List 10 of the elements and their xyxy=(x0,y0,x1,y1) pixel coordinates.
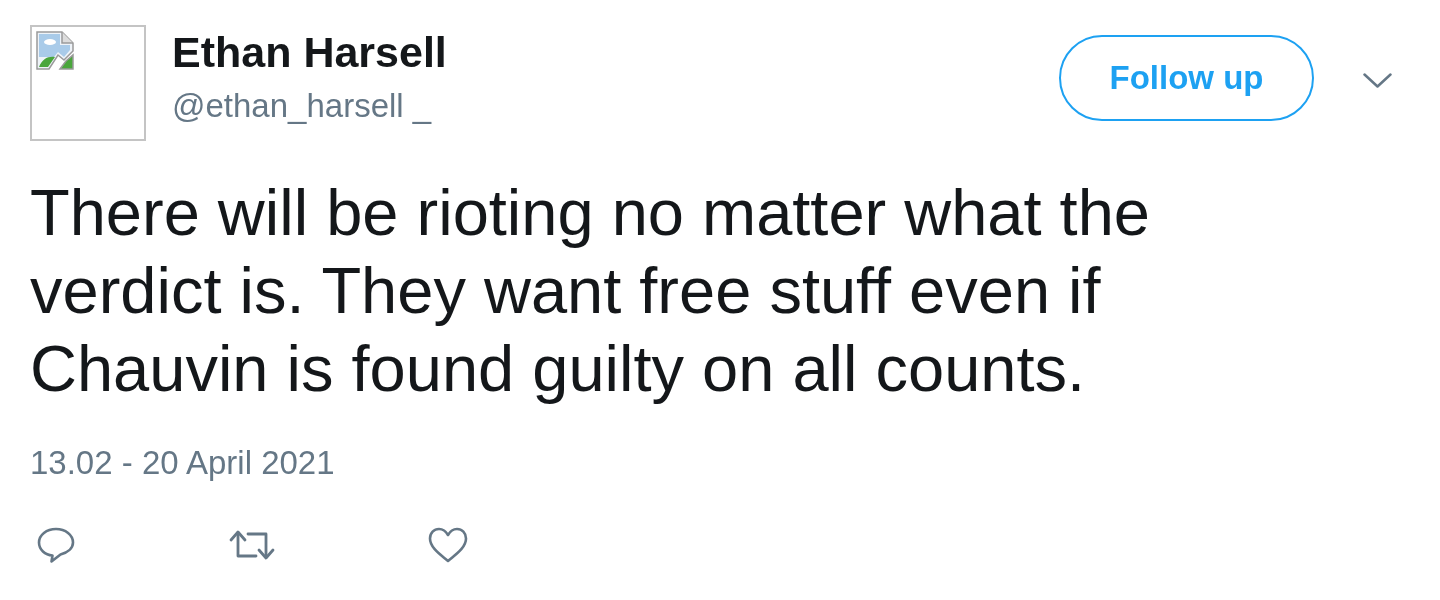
heart-icon[interactable] xyxy=(428,527,468,563)
tweet-text: There will be rioting no matter what the verdict is. They want free stuff even if Chauvin is found guilty on all counts. xyxy=(30,175,1151,407)
repeat-arrows-icon[interactable] xyxy=(229,529,275,561)
follow-button[interactable]: Follow up xyxy=(1059,35,1314,121)
chevron-down-icon[interactable] xyxy=(1363,73,1392,88)
tweet-timestamp: 13.02 - 20 April 2021 xyxy=(30,446,335,479)
author-name: Ethan Harsell xyxy=(172,31,447,74)
author-handle: @ethan_harsell _ xyxy=(172,89,432,122)
speech-bubble-icon[interactable] xyxy=(37,527,75,563)
broken-image-icon xyxy=(36,31,74,70)
